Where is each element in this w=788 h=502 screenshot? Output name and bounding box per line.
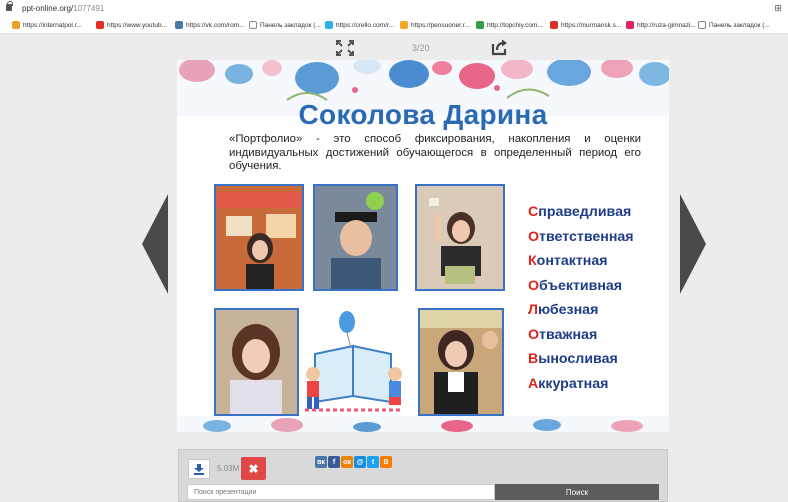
bookmark-favicon (175, 21, 183, 29)
trait-initial: О (528, 228, 540, 245)
arrow-left-icon[interactable] (141, 194, 169, 294)
arrow-right-icon[interactable] (679, 194, 707, 294)
trait-item: Любезная (528, 298, 668, 323)
bookmark-favicon (476, 21, 484, 29)
presentation-viewer: 3/20 Соколова Дарина «Портфолио» - это с… (0, 34, 788, 502)
slide: Соколова Дарина «Портфолио» - это способ… (177, 60, 669, 432)
presentation-toolbar: 5.03M ✖ вк f ок @ t B Поиск (178, 449, 668, 502)
download-icon (194, 463, 204, 475)
trait-rest: праведливая (538, 204, 632, 220)
bookmark-item[interactable]: http://ruza-gimnazi... (626, 21, 696, 29)
bookmark-label: https://internatpol.r... (23, 21, 82, 29)
bookmarks-bar: https://internatpol.r... https://www.you… (0, 17, 788, 34)
bookmark-label: Панель закладок (... (260, 21, 321, 29)
trait-initial: О (528, 277, 540, 294)
url-text[interactable]: ppt-online.org/1077491 (22, 4, 104, 13)
bookmark-favicon (325, 21, 333, 29)
trait-item: Контактная (528, 249, 668, 274)
trait-initial: В (528, 351, 539, 367)
trait-rest: тважная (539, 326, 598, 343)
trait-item: Выносливая (528, 347, 668, 372)
blogger-share-button[interactable]: B (380, 456, 392, 468)
trait-initial: Л (528, 302, 538, 318)
bookmark-item[interactable]: https://internatpol.r... (12, 21, 82, 29)
trait-item: Ответственная (528, 225, 668, 250)
bookmark-label: http://ruza-gimnazi... (637, 21, 696, 29)
bookmark-favicon (96, 21, 104, 29)
bookmark-favicon (400, 21, 408, 29)
photo-girl-portrait (214, 308, 299, 416)
trait-initial: К (528, 253, 537, 269)
trait-rest: бъективная (539, 277, 623, 294)
bookmark-favicon (626, 21, 634, 29)
slide-counter: 3/20 (412, 43, 430, 53)
bookmark-item[interactable]: https://vk.com/rom... (175, 21, 245, 29)
url-host: ppt-online.org/ (22, 4, 74, 13)
trait-initial: А (528, 375, 539, 392)
photo-girl-classroom (418, 308, 504, 416)
bookmark-label: Панель закладок (... (709, 21, 770, 29)
extension-icon[interactable]: ⊞ (774, 3, 782, 14)
trait-item: Аккуратная (528, 372, 668, 397)
bookmark-item[interactable]: https://murmansk.s... (550, 21, 621, 29)
close-icon: ✖ (248, 461, 259, 476)
trait-rest: ыносливая (538, 351, 618, 367)
social-share-buttons: вк f ок @ t B (315, 456, 392, 468)
bookmark-item[interactable]: Панель закладок (... (698, 21, 770, 29)
bookmark-item[interactable]: https://www.youtub... (96, 21, 167, 29)
bookmark-item[interactable]: http://topchiy.com... (476, 21, 543, 29)
photo-girl-board (214, 184, 304, 291)
bookmark-label: https://crello.com/r... (336, 21, 395, 29)
moimir-share-button[interactable]: @ (354, 456, 366, 468)
bookmark-label: https://murmansk.s... (561, 21, 622, 29)
trait-item: Справедливая (528, 200, 668, 225)
bookmark-item[interactable]: Панель закладок (... (249, 21, 321, 29)
bookmark-favicon (550, 21, 558, 29)
trait-item: Объективная (528, 274, 668, 299)
bookmark-item[interactable]: https://pensuoner.r... (400, 21, 470, 29)
photo-boy-graduation (313, 184, 398, 291)
trait-rest: онтактная (536, 253, 608, 269)
bookmark-label: https://vk.com/rom... (186, 21, 245, 29)
trait-rest: тветственная (539, 228, 634, 245)
odnoklassniki-share-button[interactable]: ок (341, 456, 353, 468)
facebook-share-button[interactable]: f (328, 456, 340, 468)
bookmark-label: http://topchiy.com... (487, 21, 543, 29)
search-button[interactable]: Поиск (495, 484, 659, 500)
vk-share-button[interactable]: вк (315, 456, 327, 468)
url-path: 1077491 (73, 4, 105, 13)
bookmark-label: https://pensuoner.r... (411, 21, 470, 29)
trait-initial: С (528, 204, 539, 220)
file-size: 5.03M (217, 464, 240, 473)
bookmark-label: https://www.youtub... (107, 21, 167, 29)
search-input[interactable] (187, 484, 495, 500)
slide-title: Соколова Дарина (298, 99, 548, 130)
download-button[interactable] (188, 459, 210, 479)
close-button[interactable]: ✖ (241, 457, 266, 480)
trait-rest: ккуратная (538, 375, 609, 392)
lock-icon (6, 1, 13, 11)
slide-description: «Портфолио» - это способ фиксирования, н… (229, 133, 641, 173)
twitter-share-button[interactable]: t (367, 456, 379, 468)
viewer-topbar: 3/20 (0, 34, 788, 60)
folder-icon (698, 21, 706, 29)
fullscreen-icon[interactable] (336, 40, 354, 56)
traits-list: Справедливая Ответственная Контактная Об… (528, 200, 668, 396)
trait-initial: О (528, 326, 540, 343)
floral-border-bottom (177, 416, 669, 432)
photo-girl-hand-raised (415, 184, 505, 291)
share-icon[interactable] (491, 39, 508, 56)
address-bar[interactable]: ppt-online.org/1077491 ⊞ (0, 0, 788, 17)
bookmark-item[interactable]: https://crello.com/r... (325, 21, 394, 29)
school-book-illustration (305, 311, 403, 412)
folder-icon (249, 21, 257, 29)
trait-rest: юбезная (537, 302, 599, 318)
bookmark-favicon (12, 21, 20, 29)
trait-item: Отважная (528, 323, 668, 348)
